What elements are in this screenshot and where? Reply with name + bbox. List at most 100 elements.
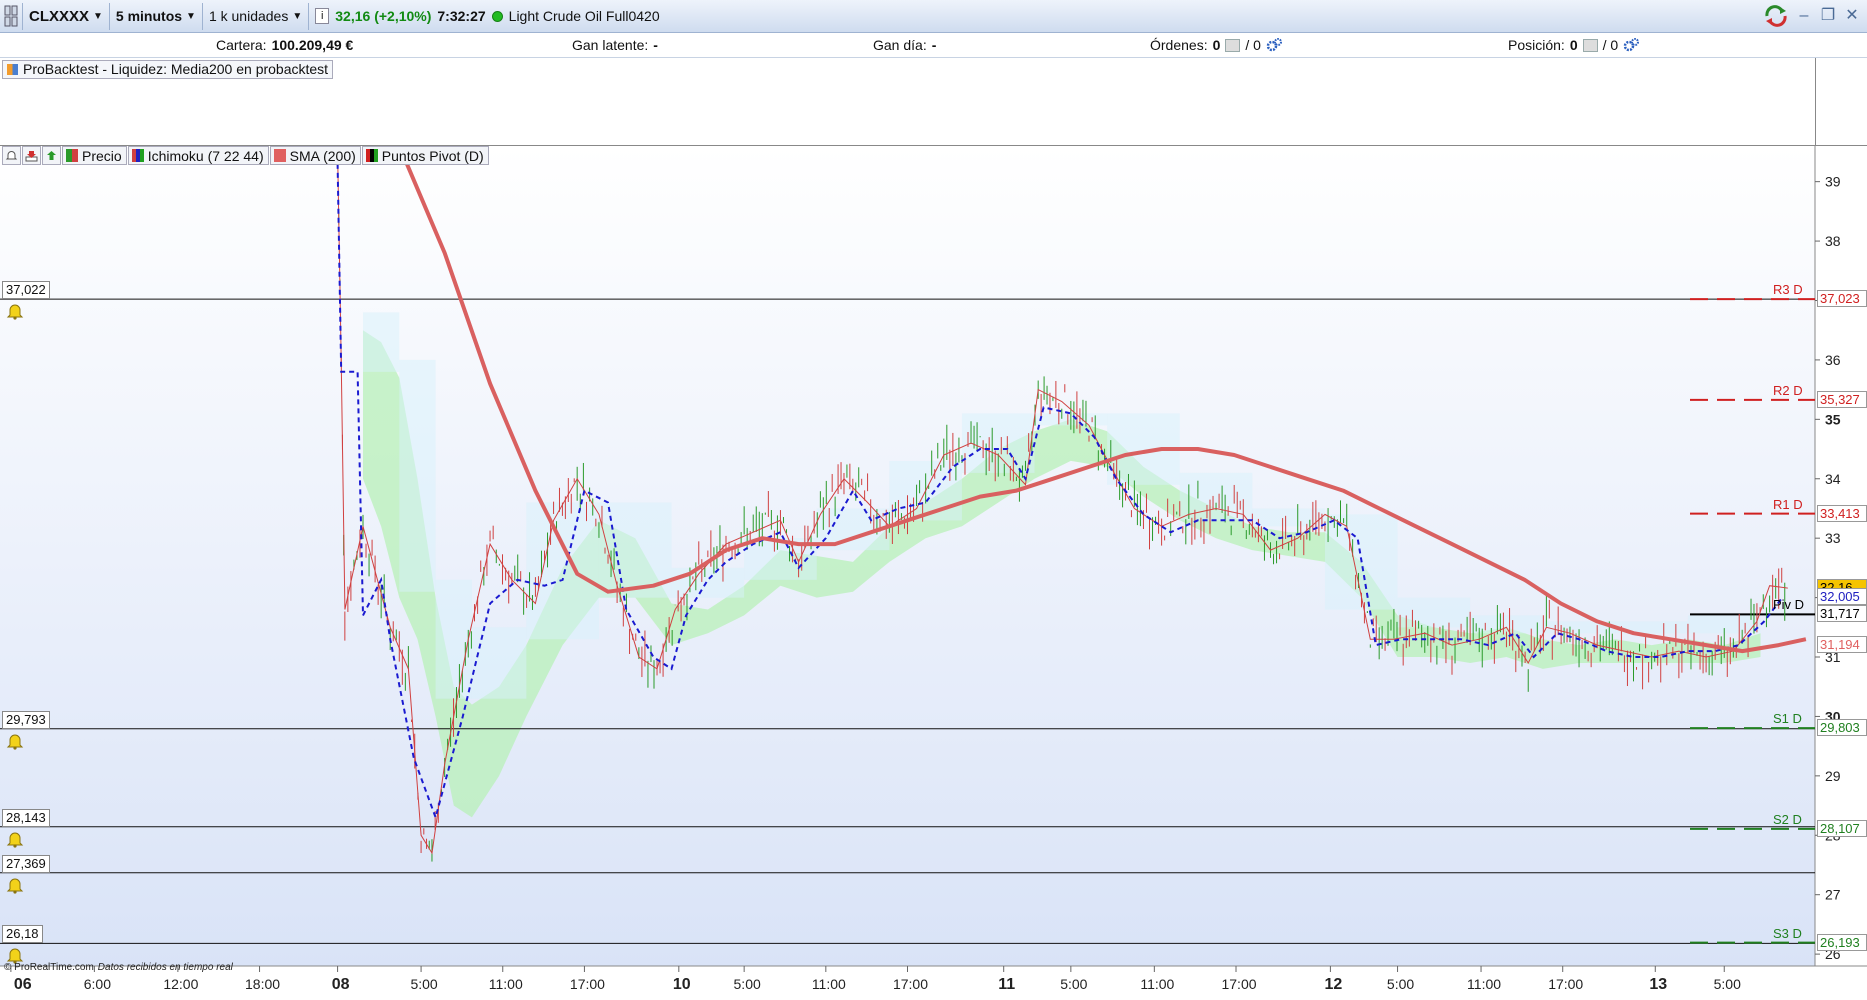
- posicion-total: / 0: [1602, 37, 1619, 53]
- legend-swatch: [131, 149, 144, 162]
- alert-level-label: 27,369: [2, 854, 50, 873]
- cloud-shade: [471, 627, 527, 699]
- cloud-shade: [1470, 615, 1543, 634]
- refresh-icon[interactable]: [1763, 4, 1789, 28]
- cloud-shade: [399, 359, 436, 592]
- x-tick-label: 17:00: [570, 976, 605, 992]
- gan-latente: Gan latente: -: [572, 37, 658, 53]
- status-dot-icon: [491, 10, 503, 22]
- credit-text: © ProRealTime.com: [4, 962, 94, 973]
- x-tick-label: 10: [673, 976, 691, 993]
- x-tick-label: 13: [1649, 976, 1667, 993]
- legend-label: Puntos Pivot (D): [381, 147, 484, 164]
- y-tick-label: 33: [1825, 530, 1841, 546]
- x-tick-label: 5:00: [1060, 976, 1087, 992]
- y-tick-label: 35: [1825, 411, 1841, 427]
- sma-value-tag: 31,194: [1817, 636, 1867, 654]
- bell-icon[interactable]: [6, 830, 24, 848]
- x-tick-label: 17:00: [1221, 976, 1256, 992]
- gan-dia-value: -: [931, 37, 937, 53]
- x-tick-label: 5:00: [410, 976, 437, 992]
- bell-icon[interactable]: [2, 146, 21, 165]
- cloud-shade: [1179, 472, 1253, 521]
- prorealtime-window: CLXXXX ▼ 5 minutos ▼ 1 k unidades ▼ i 32…: [0, 0, 1867, 1000]
- bell-icon[interactable]: [6, 876, 24, 894]
- probacktest-label[interactable]: ProBacktest - Liquidez: Media200 en prob…: [2, 60, 334, 79]
- pivot-name: S3 D: [1773, 925, 1802, 941]
- pivot-name: S2 D: [1773, 811, 1802, 827]
- pivot-name: Piv D: [1773, 597, 1805, 613]
- x-tick-label: 11:00: [1467, 976, 1501, 992]
- chevron-down-icon: ▼: [292, 10, 303, 22]
- chart-canvas[interactable]: 3938373635343332313029282726 066:0012:00…: [0, 146, 1867, 1000]
- cloud-shade: [1397, 597, 1471, 628]
- minimize-icon[interactable]: –: [1795, 6, 1813, 26]
- ordenes-close-button[interactable]: [1225, 38, 1241, 52]
- y-tick-label: 39: [1825, 174, 1841, 190]
- data-note: Datos recibidos en tiempo real: [97, 962, 233, 973]
- x-tick-label: 6:00: [84, 976, 111, 992]
- kijun-value-tag: 32,005: [1817, 588, 1867, 606]
- units-selector[interactable]: 1 k unidades ▼: [203, 2, 310, 30]
- cartera: Cartera: 100.209,49 €: [216, 37, 353, 53]
- symbol-selector[interactable]: CLXXXX ▼: [23, 2, 110, 30]
- legend-item[interactable]: SMA (200): [269, 146, 361, 165]
- probacktest-panel: ProBacktest - Liquidez: Media200 en prob…: [0, 58, 1815, 146]
- probacktest-text: ProBacktest - Liquidez: Media200 en prob…: [23, 61, 329, 77]
- x-tick-label: 11:00: [489, 976, 523, 992]
- close-icon[interactable]: ✕: [1843, 6, 1861, 26]
- info-icon[interactable]: i: [315, 8, 330, 24]
- y-tick-label: 29: [1825, 768, 1841, 784]
- y-tick-label: 27: [1825, 887, 1841, 903]
- posicion-close-button[interactable]: [1582, 38, 1598, 52]
- x-tick-label: 5:00: [1714, 976, 1741, 992]
- cartera-label: Cartera:: [216, 37, 267, 53]
- restore-icon[interactable]: ❐: [1819, 6, 1837, 26]
- x-tick-label: 5:00: [734, 976, 761, 992]
- y-tick-label: 38: [1825, 233, 1841, 249]
- x-tick-label: 17:00: [893, 976, 928, 992]
- chevron-down-icon: ▼: [93, 10, 103, 22]
- legend-label: Precio: [82, 147, 122, 164]
- price-chart[interactable]: 3938373635343332313029282726 066:0012:00…: [0, 146, 1867, 1000]
- x-tick-label: 11: [998, 976, 1015, 993]
- gan-dia: Gan día: -: [873, 37, 936, 53]
- quote-info: i 32,16 (+2,10%) 7:32:27 Light Crude Oil…: [309, 3, 665, 30]
- gan-latente-label: Gan latente:: [572, 37, 649, 53]
- alert-level-label: 26,18: [2, 925, 43, 944]
- cloud-shade: [671, 567, 745, 598]
- legend-item[interactable]: Precio: [62, 146, 127, 165]
- pivot-value-tag: 33,413: [1817, 504, 1867, 522]
- legend-item[interactable]: Ichimoku (7 22 44): [127, 146, 269, 165]
- layout-icon[interactable]: [0, 2, 23, 30]
- probacktest-axis: [1815, 58, 1867, 146]
- pivot-value-tag: 31,717: [1817, 605, 1867, 623]
- bell-icon[interactable]: [6, 732, 24, 750]
- gear-icon[interactable]: [1623, 37, 1640, 53]
- x-tick-label: 5:00: [1387, 976, 1414, 992]
- indicator-color-icon: [7, 64, 18, 75]
- legend-label: Ichimoku (7 22 44): [147, 147, 264, 164]
- pivot-name: S1 D: [1773, 711, 1802, 727]
- top-toolbar: CLXXXX ▼ 5 minutos ▼ 1 k unidades ▼ i 32…: [0, 0, 1867, 33]
- alert-level-label: 29,793: [2, 710, 50, 729]
- chevron-down-icon: ▼: [186, 10, 196, 22]
- gear-icon[interactable]: [1266, 37, 1282, 53]
- bell-icon[interactable]: [6, 302, 24, 320]
- alert-level-label: 28,143: [2, 808, 50, 827]
- legend-item[interactable]: Puntos Pivot (D): [361, 146, 489, 165]
- x-tick-label: 06: [14, 976, 32, 993]
- quote-time: 7:32:27: [437, 8, 486, 24]
- upload-icon[interactable]: [42, 146, 61, 165]
- cloud-shade: [526, 502, 599, 640]
- download-icon[interactable]: [22, 146, 41, 165]
- cloud-shade: [363, 312, 400, 372]
- x-tick-label: 12: [1324, 976, 1342, 993]
- x-tick-label: 12:00: [163, 976, 198, 992]
- pivot-name: R2 D: [1773, 382, 1803, 398]
- gan-latente-value: -: [653, 37, 658, 53]
- alert-level-label: 37,022: [2, 281, 50, 300]
- timeframe-selector[interactable]: 5 minutos ▼: [110, 2, 203, 30]
- ordenes-total: / 0: [1245, 37, 1261, 53]
- symbol-label: CLXXXX: [29, 7, 90, 25]
